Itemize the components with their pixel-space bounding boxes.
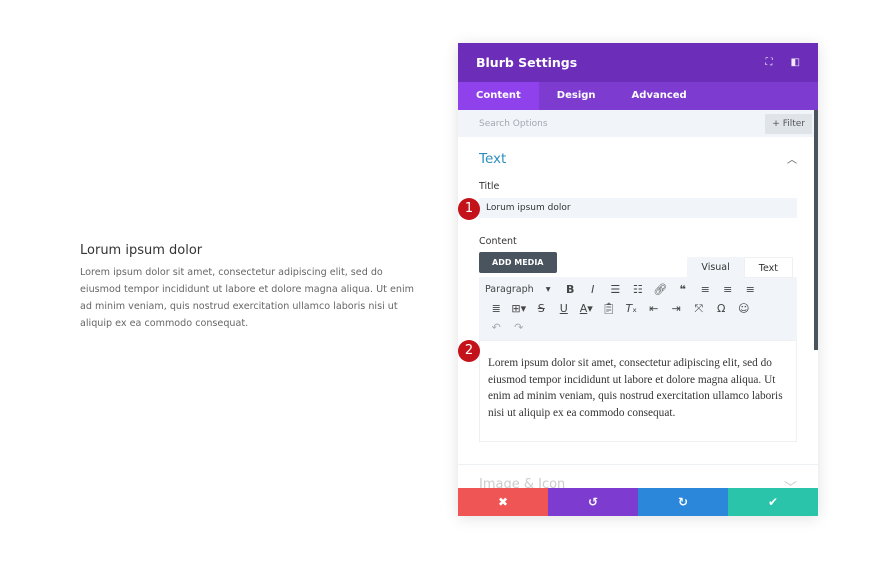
- strikethrough-icon[interactable]: S: [530, 302, 553, 315]
- bullet-list-icon[interactable]: ☰: [604, 283, 627, 296]
- title-label: Title: [479, 181, 500, 192]
- tab-text[interactable]: Text: [743, 257, 793, 278]
- italic-icon[interactable]: I: [582, 283, 605, 296]
- panel-footer: ✖ ↺ ↻ ✔: [458, 488, 818, 516]
- blurb-preview: Lorum ipsum dolor Lorem ipsum dolor sit …: [80, 243, 420, 332]
- emoji-icon[interactable]: ☺: [733, 302, 756, 315]
- align-left-icon[interactable]: ≡: [694, 283, 717, 296]
- undo-icon[interactable]: ↶: [485, 321, 508, 334]
- tab-visual[interactable]: Visual: [687, 257, 744, 278]
- redo-icon[interactable]: ↷: [508, 321, 531, 334]
- section-title[interactable]: Text: [479, 151, 506, 167]
- blurb-title: Lorum ipsum dolor: [80, 243, 203, 258]
- tab-advanced[interactable]: Advanced: [614, 82, 705, 110]
- add-media-button[interactable]: ADD MEDIA: [479, 252, 557, 273]
- blurb-body: Lorem ipsum dolor sit amet, consectetur …: [80, 267, 414, 329]
- bold-icon[interactable]: B: [559, 283, 582, 296]
- link-icon[interactable]: 🔗︎: [649, 283, 672, 296]
- text-color-icon[interactable]: A▾: [575, 302, 598, 315]
- save-button[interactable]: ✔: [728, 488, 818, 516]
- search-input[interactable]: Search Options: [479, 119, 548, 129]
- chevron-up-icon[interactable]: ︿: [787, 151, 797, 167]
- table-icon[interactable]: ⊞▾: [508, 302, 531, 315]
- align-center-icon[interactable]: ≡: [717, 283, 740, 296]
- omega-icon[interactable]: Ω: [710, 302, 733, 315]
- sidebar-toggle-icon[interactable]: ◧: [791, 57, 800, 68]
- tab-content[interactable]: Content: [458, 82, 539, 110]
- numbered-list-icon[interactable]: ☷: [627, 283, 650, 296]
- redo-button[interactable]: ↻: [638, 488, 728, 516]
- paste-icon[interactable]: 📋︎: [598, 302, 621, 315]
- indent-icon[interactable]: ⇥: [665, 302, 688, 315]
- fullscreen-icon[interactable]: ⛶: [766, 57, 773, 68]
- search-options[interactable]: Search Options + Filter: [458, 110, 818, 137]
- scrollbar[interactable]: [814, 110, 818, 350]
- underline-icon[interactable]: U: [553, 302, 576, 315]
- format-select[interactable]: Paragraph ▾: [485, 284, 559, 295]
- tabs: Content Design Advanced: [458, 82, 818, 110]
- title-input[interactable]: Lorum ipsum dolor: [479, 198, 797, 218]
- justify-icon[interactable]: ≣: [485, 302, 508, 315]
- content-editor[interactable]: Lorem ipsum dolor sit amet, consectetur …: [479, 340, 797, 442]
- quote-icon[interactable]: ❝: [672, 283, 695, 296]
- panel-header: Blurb Settings ⛶ ◧: [458, 43, 818, 82]
- cancel-button[interactable]: ✖: [458, 488, 548, 516]
- align-right-icon[interactable]: ≡: [739, 283, 762, 296]
- settings-panel: Blurb Settings ⛶ ◧ Content Design Advanc…: [458, 43, 818, 516]
- outdent-icon[interactable]: ⇤: [643, 302, 666, 315]
- filter-button[interactable]: + Filter: [765, 114, 812, 134]
- step-badge-2: 2: [458, 340, 480, 362]
- undo-button[interactable]: ↺: [548, 488, 638, 516]
- text-section: Text ︿ Title Lorum ipsum dolor Content AD…: [458, 151, 818, 273]
- step-badge-1: 1: [458, 198, 480, 220]
- panel-title: Blurb Settings: [476, 55, 578, 70]
- clear-format-icon[interactable]: Tₓ: [620, 302, 643, 315]
- tab-design[interactable]: Design: [539, 82, 614, 110]
- fullscreen-editor-icon[interactable]: ⤧: [688, 302, 711, 316]
- editor-toolbar: Paragraph ▾ B I ☰ ☷ 🔗︎ ❝ ≡ ≡ ≡ ≣ ⊞▾ S U …: [479, 277, 797, 340]
- content-label: Content: [479, 236, 517, 247]
